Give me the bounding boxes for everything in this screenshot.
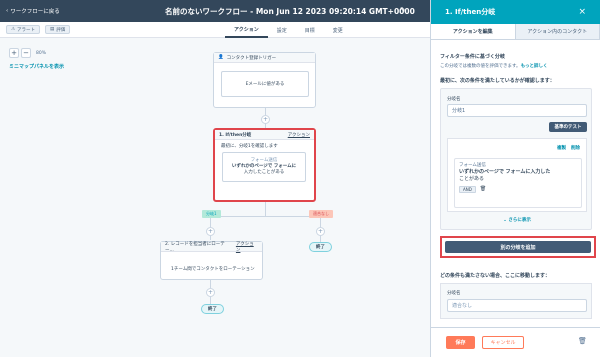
clipboard-icon: ▤ xyxy=(50,27,55,32)
close-icon[interactable]: × xyxy=(578,7,586,17)
if-then-branch-card[interactable]: 1. If/then分岐 アクション 最初に、分岐1を確認します フォーム送信 … xyxy=(213,128,316,202)
zoom-level: 80% xyxy=(36,50,47,56)
branch-card-header: 1. If/then分岐 アクション xyxy=(215,130,314,140)
tab-settings[interactable]: 設定 xyxy=(268,22,296,38)
panel-body: フィルター条件に基づく分岐 この分岐では複数の値を評価できます。もっと詳しく 最… xyxy=(440,48,592,84)
branch-name-input[interactable]: 分岐1 xyxy=(447,104,587,117)
filter-line1b: フォームに入力した xyxy=(505,169,551,175)
branch-filter-line1b: フォームに xyxy=(273,164,297,169)
rotate-card-title: 2. レコードを担当者にローテー... xyxy=(165,241,225,253)
add-action-plus-icon[interactable]: + xyxy=(261,115,270,124)
section-description: この分岐では複数の値を評価できます。もっと詳しく xyxy=(440,63,592,69)
test-criteria-button[interactable]: 基準のテスト xyxy=(549,122,587,132)
rotate-record-card[interactable]: 2. レコードを担当者にローテー... アクション 1チーム間でコンタクトをロー… xyxy=(160,241,263,280)
alert-button[interactable]: ⚠ アラート xyxy=(6,25,41,34)
back-label: ワークフローに戻る xyxy=(10,9,60,15)
delete-filter-link[interactable]: 削除 xyxy=(571,145,580,151)
filter-card[interactable]: フォーム送信 いずれかのページで フォームに入力した ことがある AND 🗑 xyxy=(454,158,582,208)
no-match-title: どの条件も満たさない場合、ここに移動します： xyxy=(440,273,551,279)
workflow-tabs: アクション 設定 目標 変更 xyxy=(225,22,352,38)
no-match-badge: 適合なし xyxy=(309,210,333,218)
and-row: AND 🗑 xyxy=(459,186,577,193)
branch-filter-line1a: いずれかのページで xyxy=(231,164,273,169)
sub-bar: ⚠ アラート ▤ 評価 アクション 設定 目標 変更 xyxy=(0,22,430,38)
panel-title: 1. If/then分岐 xyxy=(445,8,496,16)
filter-group: 複製 削除 フォーム送信 いずれかのページで フォームに入力した ことがある A… xyxy=(447,138,587,212)
tab-changes[interactable]: 変更 xyxy=(324,22,352,38)
add-after-rotate-plus-icon[interactable]: + xyxy=(206,288,215,297)
chevron-left-icon: ‹ xyxy=(6,8,9,14)
pencil-icon[interactable]: ✎ xyxy=(400,6,406,14)
zoom-out-button[interactable]: − xyxy=(21,48,31,58)
branch-filter-summary: フォーム送信 いずれかのページで フォームに 入力したことがある xyxy=(222,152,306,182)
chevron-down-icon: ⌄ xyxy=(503,218,507,223)
learn-more-link[interactable]: もっと詳しく xyxy=(521,64,548,69)
trigger-title: コンタクト登録トリガー xyxy=(226,55,277,61)
cancel-button[interactable]: キャンセル xyxy=(482,336,524,349)
and-button[interactable]: AND xyxy=(459,186,476,193)
show-minimap-link[interactable]: ミニマップパネルを表示 xyxy=(9,63,64,70)
rotate-actions-menu[interactable]: アクション xyxy=(236,241,258,253)
zoom-in-button[interactable]: + xyxy=(9,48,19,58)
action-panel: 1. If/then分岐 × アクションを編集 アクション内のコンタクト フィル… xyxy=(430,0,600,357)
add-branch-highlight: 別の分岐を追加 xyxy=(440,236,596,258)
alert-label: アラート xyxy=(17,27,36,33)
branch-intro: 最初に、分岐1を確認します xyxy=(221,144,278,149)
branch-connector xyxy=(265,202,266,216)
trigger-card-header: 👤 コンタクト登録トリガー xyxy=(214,53,315,63)
show-more-link[interactable]: ⌄ さらに表示 xyxy=(441,217,593,223)
copy-filter-link[interactable]: 複製 xyxy=(557,145,566,151)
add-no-match-action-plus-icon[interactable]: + xyxy=(316,227,325,236)
rotate-card-header: 2. レコードを担当者にローテー... アクション xyxy=(161,241,262,253)
filter-line1a: いずれかのページで xyxy=(459,169,504,175)
section-description-text: この分岐では複数の値を評価できます。 xyxy=(440,64,521,69)
no-match-editor: 分岐名 適合なし xyxy=(440,283,592,319)
add-branch-button[interactable]: 別の分岐を追加 xyxy=(445,241,591,253)
no-match-end: 終了 xyxy=(309,242,332,252)
review-button[interactable]: ▤ 評価 xyxy=(45,25,71,34)
panel-tabs: アクションを編集 アクション内のコンタクト xyxy=(431,24,600,40)
trigger-condition: Eメールに値がある xyxy=(221,71,309,97)
show-more-label: さらに表示 xyxy=(508,218,531,223)
branch-split-line xyxy=(210,216,320,217)
no-match-name-input[interactable]: 適合なし xyxy=(447,299,587,312)
person-icon: 👤 xyxy=(218,55,224,60)
branch1-badge: 分岐1 xyxy=(202,210,221,218)
branch-filter-line2: 入力したことがある xyxy=(243,170,285,175)
tab-goals[interactable]: 目標 xyxy=(296,22,324,38)
filter-actions: 複製 削除 xyxy=(557,145,580,151)
tab-edit-action[interactable]: アクションを編集 xyxy=(431,24,516,39)
tab-actions[interactable]: アクション xyxy=(225,22,268,38)
branch-card-title: 1. If/then分岐 xyxy=(219,132,252,138)
top-bar: ‹ ワークフローに戻る 名前のないワークフロー - Mon Jun 12 202… xyxy=(0,0,430,22)
panel-header: 1. If/then分岐 × xyxy=(431,0,600,24)
tab-contacts-in-action[interactable]: アクション内のコンタクト xyxy=(515,24,600,39)
branch-actions-menu[interactable]: アクション xyxy=(288,132,310,138)
review-label: 評価 xyxy=(56,27,66,33)
save-button[interactable]: 保存 xyxy=(446,336,475,349)
rotate-card-body: 1チーム間でコンタクトをローテーション xyxy=(171,267,255,272)
branch1-end: 終了 xyxy=(201,304,224,314)
delete-action-trash-icon[interactable]: 🗑 xyxy=(578,337,587,345)
first-check-title: 最初に、次の条件を満たしているかが確認します： xyxy=(440,78,555,84)
workflow-title[interactable]: 名前のないワークフロー - Mon Jun 12 2023 09:20:14 G… xyxy=(165,6,415,17)
branch-editor: 分岐名 分岐1 基準のテスト 複製 削除 フォーム送信 いずれかのページで フォ… xyxy=(440,88,592,230)
add-branch1-action-plus-icon[interactable]: + xyxy=(206,227,215,236)
zoom-controls: + − 80% xyxy=(9,48,46,58)
branch-name-label: 分岐名 xyxy=(447,97,461,102)
section-title: フィルター条件に基づく分岐 xyxy=(440,54,505,60)
workflow-canvas[interactable]: + − 80% ミニマップパネルを表示 👤 コンタクト登録トリガー Eメールに値… xyxy=(0,38,430,357)
filter-condition: いずれかのページで フォームに入力した ことがある xyxy=(459,169,577,183)
filter-type: フォーム送信 xyxy=(459,163,486,168)
panel-footer: 保存 キャンセル 🗑 xyxy=(431,327,600,357)
warning-icon: ⚠ xyxy=(11,27,16,32)
no-match-name-label: 分岐名 xyxy=(447,291,461,296)
trigger-card[interactable]: 👤 コンタクト登録トリガー Eメールに値がある xyxy=(213,52,316,108)
filter-line2: ことがある xyxy=(459,176,485,182)
trash-icon[interactable]: 🗑 xyxy=(480,186,486,193)
back-to-workflows-link[interactable]: ‹ ワークフローに戻る xyxy=(6,7,60,15)
